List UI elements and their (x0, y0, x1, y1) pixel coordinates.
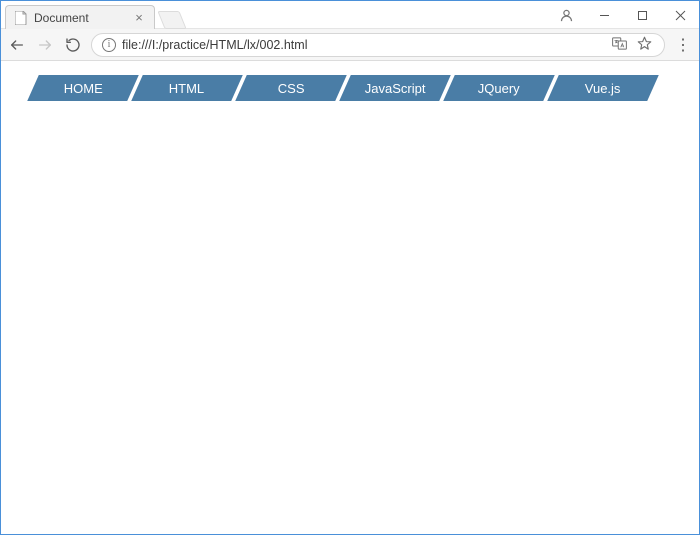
nav-link-label: JavaScript (365, 81, 426, 96)
nav-link-label: Vue.js (585, 81, 621, 96)
nav-link-javascript[interactable]: JavaScript (339, 75, 451, 101)
nav-link-css[interactable]: CSS (235, 75, 347, 101)
back-button[interactable] (7, 35, 27, 55)
address-bar-actions (612, 36, 654, 54)
window-controls (547, 1, 699, 29)
tab-title: Document (34, 11, 132, 25)
browser-toolbar: i file:///I:/practice/HTML/lx/002.html ⋮ (1, 29, 699, 61)
browser-menu-button[interactable]: ⋮ (673, 35, 693, 55)
page-icon (14, 11, 28, 25)
maximize-button[interactable] (623, 1, 661, 29)
forward-button[interactable] (35, 35, 55, 55)
address-bar[interactable]: i file:///I:/practice/HTML/lx/002.html (91, 33, 665, 57)
nav-link-home[interactable]: HOME (27, 75, 139, 101)
reload-button[interactable] (63, 35, 83, 55)
nav-link-jquery[interactable]: JQuery (443, 75, 555, 101)
new-tab-button[interactable] (157, 11, 186, 29)
url-text: file:///I:/practice/HTML/lx/002.html (122, 38, 606, 52)
tab-close-button[interactable]: × (132, 11, 146, 25)
site-info-icon[interactable]: i (102, 38, 116, 52)
nav-menu: HOME HTML CSS JavaScript JQuery Vue.js (23, 75, 677, 101)
browser-tab[interactable]: Document × (5, 5, 155, 29)
close-button[interactable] (661, 1, 699, 29)
bookmark-icon[interactable] (637, 36, 652, 54)
translate-icon[interactable] (612, 37, 627, 53)
profile-icon[interactable] (547, 1, 585, 29)
minimize-button[interactable] (585, 1, 623, 29)
nav-link-label: CSS (278, 81, 305, 96)
nav-link-vuejs[interactable]: Vue.js (547, 75, 659, 101)
nav-link-html[interactable]: HTML (131, 75, 243, 101)
window-titlebar: Document × (1, 1, 699, 29)
nav-link-label: JQuery (478, 81, 520, 96)
page-viewport: HOME HTML CSS JavaScript JQuery Vue.js (1, 61, 699, 115)
tab-strip: Document × (5, 5, 183, 29)
nav-link-label: HTML (169, 81, 204, 96)
nav-link-label: HOME (64, 81, 103, 96)
